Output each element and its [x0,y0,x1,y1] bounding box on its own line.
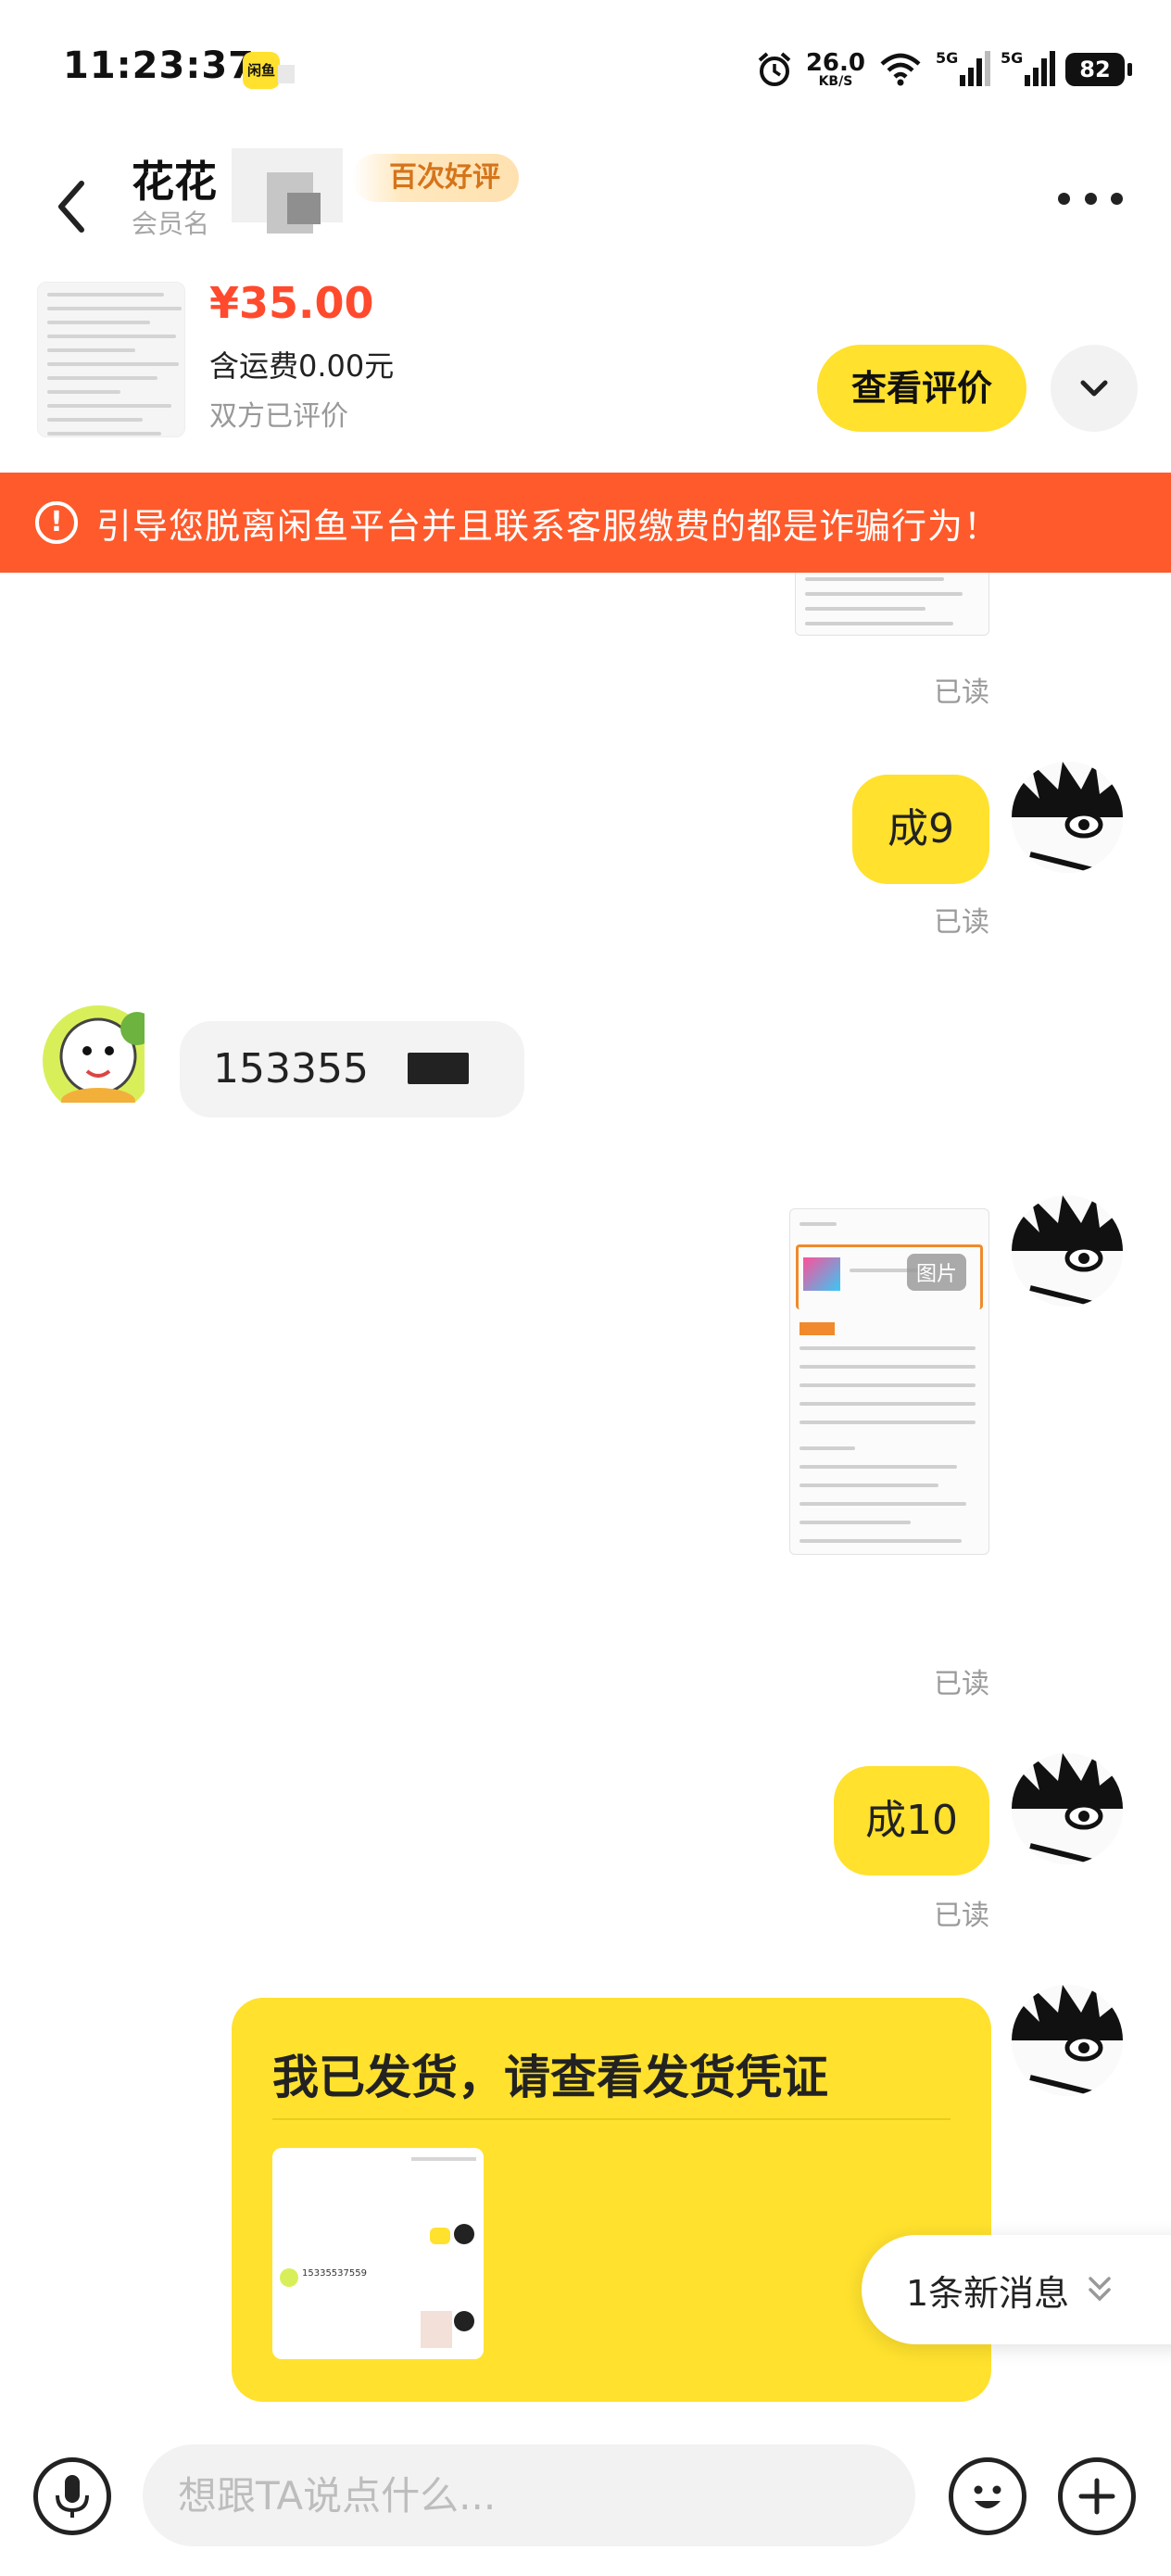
emoji-button[interactable] [949,2457,1026,2535]
shipping-proof-image[interactable]: 15335537559 [272,2148,484,2359]
more-icon[interactable] [1058,180,1123,217]
voice-button[interactable] [33,2457,111,2535]
my-avatar[interactable] [1012,1195,1123,1307]
item-shipping: 含运费0.00元 [209,348,395,384]
blur-mask [287,193,321,224]
more-actions-button[interactable] [1058,2457,1136,2535]
avatar-art [1012,762,1123,873]
read-receipt: 已读 [934,906,989,939]
peer-name[interactable]: 花花 [132,148,217,209]
peer-avatar[interactable] [33,991,145,1103]
warning-text: 引导您脱离闲鱼平台并且联系客服缴费的都是诈骗行为！ [96,505,1001,547]
message-bubble[interactable]: 成10 [834,1766,989,1875]
message-bubble[interactable]: 153355 [180,1021,524,1118]
my-avatar[interactable] [1012,762,1123,873]
my-avatar[interactable] [1012,1985,1123,2096]
signal-icon: 5G [936,49,990,90]
signal-icon-2: 5G [1001,49,1055,90]
app-notification-icon: 闲鱼 [243,52,280,89]
shipping-card-title: 我已发货，请查看发货凭证 [272,2051,828,2104]
expand-button[interactable] [1051,345,1138,432]
message-bubble[interactable]: 成9 [852,775,989,884]
item-status: 双方已评价 [209,400,348,433]
back-arrow-icon[interactable] [44,165,100,248]
blur-mask [278,65,295,83]
net-speed-unit: KB/S [818,74,853,89]
mic-icon [56,2475,89,2518]
peer-member-label: 会员名 [132,208,210,239]
status-time: 11:23:37 [63,44,255,87]
status-icons: 26.0 KB/S 5G 5G 82 [756,46,1132,93]
input-bar [0,2435,1171,2576]
image-message[interactable] [795,573,989,636]
avatar-art [1012,1753,1123,1864]
avatar-art [1012,1195,1123,1307]
avatar-art [43,1005,145,1103]
read-receipt: 已读 [934,676,989,709]
proof-number: 15335537559 [302,2268,367,2279]
read-receipt: 已读 [934,1668,989,1700]
message-input[interactable] [143,2444,915,2546]
my-avatar[interactable] [1012,1753,1123,1864]
net-speed: 26.0 KB/S [806,51,865,88]
net-speed-value: 26.0 [805,49,865,77]
shipping-proof-card[interactable]: 我已发货，请查看发货凭证 15335537559 [232,1998,991,2402]
double-chevron-down-icon [1089,2277,1111,2302]
sim2-label: 5G [1001,49,1024,67]
alarm-icon [758,52,791,86]
image-tag: 图片 [906,1254,966,1291]
chat-list[interactable]: 已读 成9 已读 153355 图片 已读 成10 已读 我已发货，请查看发货凭… [0,573,1171,2435]
emoji-icon [974,2485,1001,2508]
redaction-mask [408,1053,469,1084]
fraud-warning-banner: ! 引导您脱离闲鱼平台并且联系客服缴费的都是诈骗行为！ [0,473,1171,573]
item-card[interactable]: ¥35.00 含运费0.00元 双方已评价 查看评价 [0,278,1171,473]
item-price: ¥35.00 [209,278,374,328]
praise-badge: 百次好评 [352,154,519,202]
chat-header: 花花 会员名 百次好评 [0,139,1171,278]
battery-icon: 82 [1065,53,1132,86]
new-message-pill[interactable]: 1条新消息 [862,2235,1171,2344]
plus-icon [1078,2478,1115,2515]
read-receipt: 已读 [934,1900,989,1932]
wifi-icon [880,53,921,86]
chevron-down-icon [1080,380,1108,397]
item-thumbnail[interactable] [37,282,185,437]
view-review-button[interactable]: 查看评价 [817,345,1026,432]
warning-icon: ! [35,501,78,544]
status-bar: 11:23:37 闲鱼 26.0 KB/S 5G 5G 82 [0,0,1171,139]
image-message[interactable]: 图片 [789,1208,989,1555]
divider [272,2118,951,2120]
message-text: 153355 [213,1045,369,1092]
avatar-art [1012,1985,1123,2096]
new-message-text: 1条新消息 [906,2272,1070,2314]
sim1-label: 5G [936,49,959,67]
